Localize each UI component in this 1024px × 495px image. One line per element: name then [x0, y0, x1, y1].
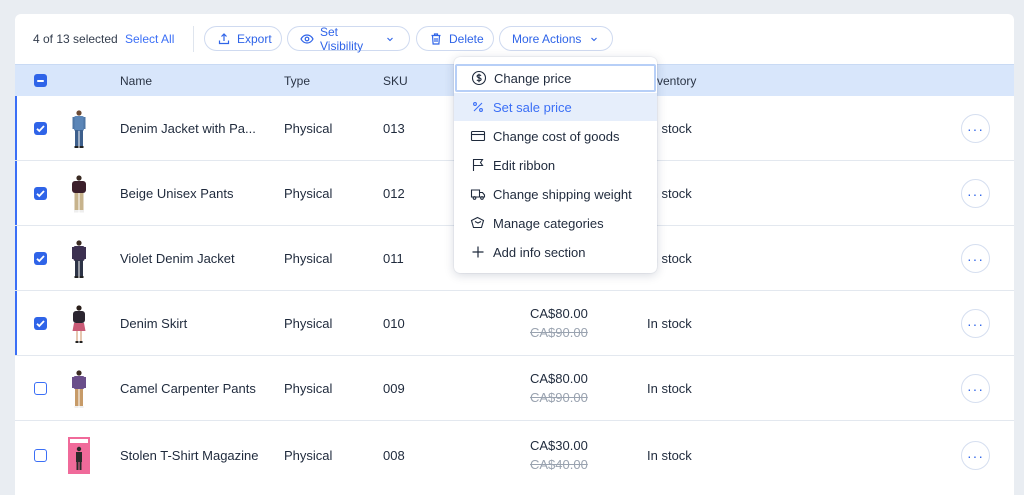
original-price: CA$90.00 [530, 325, 588, 340]
menu-item-set-sale-price[interactable]: Set sale price [454, 93, 657, 121]
current-price: CA$80.00 [530, 371, 588, 386]
product-sku: 010 [383, 316, 405, 331]
product-inventory: In stock [647, 381, 692, 396]
product-name[interactable]: Violet Denim Jacket [120, 251, 235, 266]
product-thumbnail [68, 437, 90, 474]
table-row[interactable]: Denim Skirt Physical 010 CA$80.00 CA$90.… [15, 291, 1014, 356]
menu-item-add-info-section[interactable]: Add info section [454, 238, 657, 266]
product-name[interactable]: Beige Unisex Pants [120, 186, 233, 201]
export-label: Export [237, 31, 272, 46]
product-type: Physical [284, 316, 333, 331]
select-all-link[interactable]: Select All [125, 32, 174, 46]
eye-icon [300, 32, 314, 46]
menu-item-change-shipping-weight[interactable]: Change shipping weight [454, 180, 657, 208]
menu-item-label: Manage categories [493, 215, 604, 231]
row-checkbox[interactable] [34, 382, 47, 395]
delete-label: Delete [449, 31, 484, 46]
product-thumbnail [72, 110, 86, 148]
product-name[interactable]: Denim Skirt [120, 316, 187, 331]
product-price: CA$30.00 CA$40.00 [530, 436, 588, 474]
more-actions-menu: Change price Set sale price Change cost … [454, 57, 657, 273]
table-row[interactable]: Stolen T-Shirt Magazine Physical 008 CA$… [15, 421, 1014, 486]
original-price: CA$40.00 [530, 457, 588, 472]
product-type: Physical [284, 448, 333, 463]
current-price: CA$80.00 [530, 306, 588, 321]
select-all-checkbox[interactable] [34, 74, 47, 87]
more-actions-button[interactable]: More Actions [499, 26, 613, 51]
product-inventory: In stock [647, 316, 692, 331]
menu-item-change-cost-of-goods[interactable]: Change cost of goods [454, 122, 657, 150]
column-header-name[interactable]: Name [120, 74, 152, 88]
row-checkbox[interactable] [34, 187, 47, 200]
product-thumbnail [72, 370, 86, 408]
row-checkbox[interactable] [34, 317, 47, 330]
menu-item-label: Change cost of goods [493, 128, 620, 144]
original-price: CA$90.00 [530, 390, 588, 405]
more-actions-label: More Actions [512, 31, 582, 46]
menu-item-label: Add info section [493, 244, 586, 260]
toolbar-divider [193, 26, 194, 52]
row-actions-button[interactable]: ··· [961, 374, 990, 403]
menu-item-label: Set sale price [493, 99, 572, 115]
dollar-circle-icon [471, 70, 487, 86]
export-button[interactable]: Export [204, 26, 282, 51]
menu-item-label: Edit ribbon [493, 157, 556, 173]
truck-icon [470, 186, 486, 202]
menu-item-label: Change shipping weight [493, 186, 632, 202]
product-type: Physical [284, 251, 333, 266]
chevron-down-icon [383, 32, 397, 46]
table-row[interactable]: Camel Carpenter Pants Physical 009 CA$80… [15, 356, 1014, 421]
flag-icon [470, 157, 486, 173]
menu-item-manage-categories[interactable]: Manage categories [454, 209, 657, 237]
percent-icon [470, 99, 486, 115]
product-price: CA$80.00 CA$90.00 [530, 369, 588, 407]
product-type: Physical [284, 186, 333, 201]
menu-item-change-price[interactable]: Change price [455, 64, 656, 92]
row-checkbox[interactable] [34, 252, 47, 265]
current-price: CA$30.00 [530, 438, 588, 453]
chevron-down-icon [587, 32, 601, 46]
plus-icon [470, 244, 486, 260]
menu-item-label: Change price [494, 70, 572, 86]
product-sku: 011 [383, 251, 404, 266]
set-visibility-button[interactable]: Set Visibility [287, 24, 410, 53]
delete-button[interactable]: Delete [416, 26, 494, 51]
product-name[interactable]: Denim Jacket with Pa... [120, 121, 256, 136]
product-sku: 013 [383, 121, 405, 136]
set-visibility-label: Set Visibility [320, 24, 364, 53]
row-checkbox[interactable] [34, 122, 47, 135]
product-name[interactable]: Camel Carpenter Pants [120, 381, 256, 396]
trash-icon [429, 32, 443, 46]
product-type: Physical [284, 121, 333, 136]
row-actions-button[interactable]: ··· [961, 309, 990, 338]
row-actions-button[interactable]: ··· [961, 244, 990, 273]
product-thumbnail [72, 240, 86, 278]
product-price: CA$80.00 CA$90.00 [530, 304, 588, 342]
row-actions-button[interactable]: ··· [961, 441, 990, 470]
product-sku: 012 [383, 186, 405, 201]
row-checkbox[interactable] [34, 449, 47, 462]
tags-icon [470, 215, 486, 231]
row-actions-button[interactable]: ··· [961, 179, 990, 208]
row-actions-button[interactable]: ··· [961, 114, 990, 143]
product-sku: 009 [383, 381, 405, 396]
column-header-sku[interactable]: SKU [383, 74, 408, 88]
selection-count: 4 of 13 selected [33, 32, 118, 46]
product-inventory: In stock [647, 448, 692, 463]
menu-item-edit-ribbon[interactable]: Edit ribbon [454, 151, 657, 179]
upload-icon [217, 32, 231, 46]
product-sku: 008 [383, 448, 405, 463]
column-header-type[interactable]: Type [284, 74, 310, 88]
product-type: Physical [284, 381, 333, 396]
product-thumbnail [72, 305, 86, 343]
credit-card-icon [470, 128, 486, 144]
product-thumbnail [72, 175, 86, 213]
product-name[interactable]: Stolen T-Shirt Magazine [120, 448, 259, 463]
